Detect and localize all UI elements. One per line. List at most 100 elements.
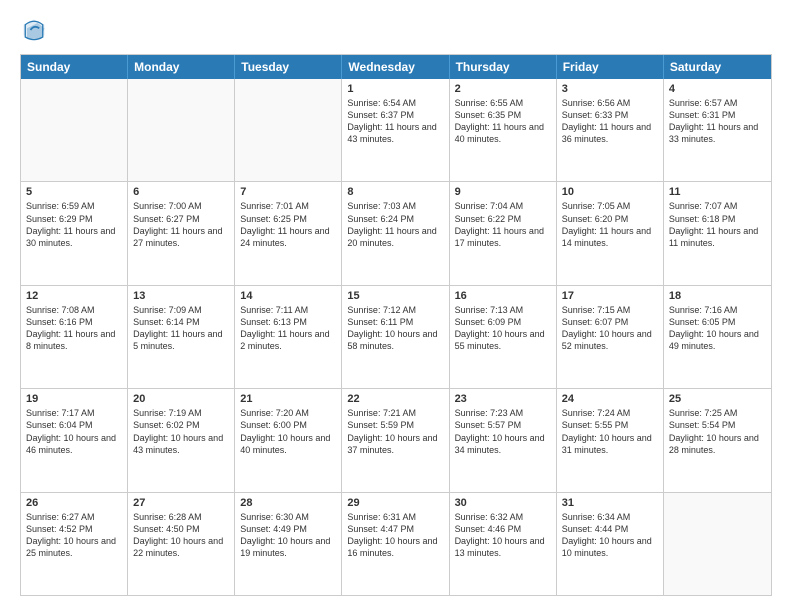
weekday-header-thursday: Thursday	[450, 55, 557, 79]
day-number: 15	[347, 290, 443, 302]
calendar-row-4: 26 Sunrise: 6:27 AM Sunset: 4:52 PM Dayli…	[21, 492, 771, 595]
day-number: 23	[455, 393, 551, 405]
calendar-cell-18: 18 Sunrise: 7:16 AM Sunset: 6:05 PM Dayli…	[664, 286, 771, 388]
day-number: 25	[669, 393, 766, 405]
calendar-cell-21: 21Sunrise: 7:20 AM Sunset: 6:00 PM Dayli…	[235, 389, 342, 491]
cell-daylight-info: Sunrise: 6:32 AM Sunset: 4:46 PM Dayligh…	[455, 511, 551, 560]
cell-daylight-info: Sunrise: 7:12 AM Sunset: 6:11 PM Dayligh…	[347, 304, 443, 353]
calendar-cell-17: 17 Sunrise: 7:15 AM Sunset: 6:07 PM Dayli…	[557, 286, 664, 388]
day-number: 29	[347, 497, 443, 509]
cell-daylight-info: Sunrise: 6:31 AM Sunset: 4:47 PM Dayligh…	[347, 511, 443, 560]
calendar-cell-empty-0-1	[128, 79, 235, 181]
day-number: 30	[455, 497, 551, 509]
day-number: 8	[347, 186, 443, 198]
day-number: 4	[669, 83, 766, 95]
cell-daylight-info: Sunrise: 7:13 AM Sunset: 6:09 PM Dayligh…	[455, 304, 551, 353]
cell-daylight-info: Sunrise: 7:08 AM Sunset: 6:16 PM Dayligh…	[26, 304, 122, 353]
weekday-header-saturday: Saturday	[664, 55, 771, 79]
calendar-cell-19: 19 Sunrise: 7:17 AM Sunset: 6:04 PM Dayli…	[21, 389, 128, 491]
calendar-cell-12: 12 Sunrise: 7:08 AM Sunset: 6:16 PM Dayli…	[21, 286, 128, 388]
calendar-header: SundayMondayTuesdayWednesdayThursdayFrid…	[21, 55, 771, 79]
day-number: 27	[133, 497, 229, 509]
calendar-body: 1 Sunrise: 6:54 AM Sunset: 6:37 PM Daylig…	[21, 79, 771, 595]
logo-icon	[20, 16, 48, 44]
day-number: 12	[26, 290, 122, 302]
cell-daylight-info: Sunrise: 6:55 AM Sunset: 6:35 PM Dayligh…	[455, 97, 551, 146]
weekday-header-wednesday: Wednesday	[342, 55, 449, 79]
calendar-cell-27: 27 Sunrise: 6:28 AM Sunset: 4:50 PM Dayli…	[128, 493, 235, 595]
cell-daylight-info: Sunrise: 7:25 AM Sunset: 5:54 PM Dayligh…	[669, 407, 766, 456]
calendar-cell-26: 26 Sunrise: 6:27 AM Sunset: 4:52 PM Dayli…	[21, 493, 128, 595]
cell-daylight-info: Sunrise: 7:24 AM Sunset: 5:55 PM Dayligh…	[562, 407, 658, 456]
calendar-cell-4: 4 Sunrise: 6:57 AM Sunset: 6:31 PM Daylig…	[664, 79, 771, 181]
cell-daylight-info: Sunrise: 6:28 AM Sunset: 4:50 PM Dayligh…	[133, 511, 229, 560]
day-number: 10	[562, 186, 658, 198]
day-number: 3	[562, 83, 658, 95]
cell-daylight-info: Sunrise: 7:16 AM Sunset: 6:05 PM Dayligh…	[669, 304, 766, 353]
cell-daylight-info: Sunrise: 6:59 AM Sunset: 6:29 PM Dayligh…	[26, 200, 122, 249]
day-number: 26	[26, 497, 122, 509]
cell-daylight-info: Sunrise: 7:03 AM Sunset: 6:24 PM Dayligh…	[347, 200, 443, 249]
calendar-cell-5: 5 Sunrise: 6:59 AM Sunset: 6:29 PM Daylig…	[21, 182, 128, 284]
day-number: 2	[455, 83, 551, 95]
cell-daylight-info: Sunrise: 7:09 AM Sunset: 6:14 PM Dayligh…	[133, 304, 229, 353]
cell-daylight-info: Sunrise: 7:05 AM Sunset: 6:20 PM Dayligh…	[562, 200, 658, 249]
cell-daylight-info: Sunrise: 6:57 AM Sunset: 6:31 PM Dayligh…	[669, 97, 766, 146]
calendar-row-0: 1 Sunrise: 6:54 AM Sunset: 6:37 PM Daylig…	[21, 79, 771, 181]
cell-daylight-info: Sunrise: 7:07 AM Sunset: 6:18 PM Dayligh…	[669, 200, 766, 249]
calendar-cell-14: 14Sunrise: 7:11 AM Sunset: 6:13 PM Dayli…	[235, 286, 342, 388]
cell-daylight-info: Sunrise: 6:27 AM Sunset: 4:52 PM Dayligh…	[26, 511, 122, 560]
calendar-cell-10: 10 Sunrise: 7:05 AM Sunset: 6:20 PM Dayli…	[557, 182, 664, 284]
calendar-cell-31: 31Sunrise: 6:34 AM Sunset: 4:44 PM Dayli…	[557, 493, 664, 595]
cell-daylight-info: Sunrise: 6:56 AM Sunset: 6:33 PM Dayligh…	[562, 97, 658, 146]
cell-daylight-info: Sunrise: 7:11 AM Sunset: 6:13 PM Dayligh…	[240, 304, 336, 353]
calendar-cell-3: 3 Sunrise: 6:56 AM Sunset: 6:33 PM Daylig…	[557, 79, 664, 181]
calendar-cell-empty-0-2	[235, 79, 342, 181]
calendar-cell-8: 8 Sunrise: 7:03 AM Sunset: 6:24 PM Daylig…	[342, 182, 449, 284]
day-number: 22	[347, 393, 443, 405]
calendar-cell-15: 15 Sunrise: 7:12 AM Sunset: 6:11 PM Dayli…	[342, 286, 449, 388]
cell-daylight-info: Sunrise: 6:30 AM Sunset: 4:49 PM Dayligh…	[240, 511, 336, 560]
cell-daylight-info: Sunrise: 7:04 AM Sunset: 6:22 PM Dayligh…	[455, 200, 551, 249]
calendar-row-3: 19 Sunrise: 7:17 AM Sunset: 6:04 PM Dayli…	[21, 388, 771, 491]
cell-daylight-info: Sunrise: 7:17 AM Sunset: 6:04 PM Dayligh…	[26, 407, 122, 456]
day-number: 11	[669, 186, 766, 198]
calendar-cell-13: 13Sunrise: 7:09 AM Sunset: 6:14 PM Dayli…	[128, 286, 235, 388]
calendar-cell-6: 6Sunrise: 7:00 AM Sunset: 6:27 PM Daylig…	[128, 182, 235, 284]
day-number: 16	[455, 290, 551, 302]
day-number: 1	[347, 83, 443, 95]
calendar-cell-29: 29 Sunrise: 6:31 AM Sunset: 4:47 PM Dayli…	[342, 493, 449, 595]
weekday-header-tuesday: Tuesday	[235, 55, 342, 79]
calendar-row-2: 12 Sunrise: 7:08 AM Sunset: 6:16 PM Dayli…	[21, 285, 771, 388]
day-number: 20	[133, 393, 229, 405]
day-number: 5	[26, 186, 122, 198]
weekday-header-monday: Monday	[128, 55, 235, 79]
weekday-header-friday: Friday	[557, 55, 664, 79]
cell-daylight-info: Sunrise: 6:54 AM Sunset: 6:37 PM Dayligh…	[347, 97, 443, 146]
calendar-cell-1: 1 Sunrise: 6:54 AM Sunset: 6:37 PM Daylig…	[342, 79, 449, 181]
calendar: SundayMondayTuesdayWednesdayThursdayFrid…	[20, 54, 772, 596]
logo	[20, 16, 52, 44]
calendar-cell-25: 25 Sunrise: 7:25 AM Sunset: 5:54 PM Dayli…	[664, 389, 771, 491]
cell-daylight-info: Sunrise: 7:15 AM Sunset: 6:07 PM Dayligh…	[562, 304, 658, 353]
calendar-row-1: 5 Sunrise: 6:59 AM Sunset: 6:29 PM Daylig…	[21, 181, 771, 284]
day-number: 9	[455, 186, 551, 198]
calendar-cell-16: 16 Sunrise: 7:13 AM Sunset: 6:09 PM Dayli…	[450, 286, 557, 388]
header	[20, 16, 772, 44]
day-number: 17	[562, 290, 658, 302]
calendar-cell-20: 20Sunrise: 7:19 AM Sunset: 6:02 PM Dayli…	[128, 389, 235, 491]
cell-daylight-info: Sunrise: 7:23 AM Sunset: 5:57 PM Dayligh…	[455, 407, 551, 456]
day-number: 18	[669, 290, 766, 302]
calendar-cell-11: 11 Sunrise: 7:07 AM Sunset: 6:18 PM Dayli…	[664, 182, 771, 284]
calendar-cell-24: 24Sunrise: 7:24 AM Sunset: 5:55 PM Dayli…	[557, 389, 664, 491]
calendar-cell-23: 23 Sunrise: 7:23 AM Sunset: 5:57 PM Dayli…	[450, 389, 557, 491]
cell-daylight-info: Sunrise: 7:01 AM Sunset: 6:25 PM Dayligh…	[240, 200, 336, 249]
day-number: 19	[26, 393, 122, 405]
day-number: 7	[240, 186, 336, 198]
calendar-cell-28: 28Sunrise: 6:30 AM Sunset: 4:49 PM Dayli…	[235, 493, 342, 595]
calendar-cell-2: 2 Sunrise: 6:55 AM Sunset: 6:35 PM Daylig…	[450, 79, 557, 181]
calendar-cell-22: 22Sunrise: 7:21 AM Sunset: 5:59 PM Dayli…	[342, 389, 449, 491]
day-number: 21	[240, 393, 336, 405]
cell-daylight-info: Sunrise: 7:00 AM Sunset: 6:27 PM Dayligh…	[133, 200, 229, 249]
calendar-cell-7: 7 Sunrise: 7:01 AM Sunset: 6:25 PM Daylig…	[235, 182, 342, 284]
